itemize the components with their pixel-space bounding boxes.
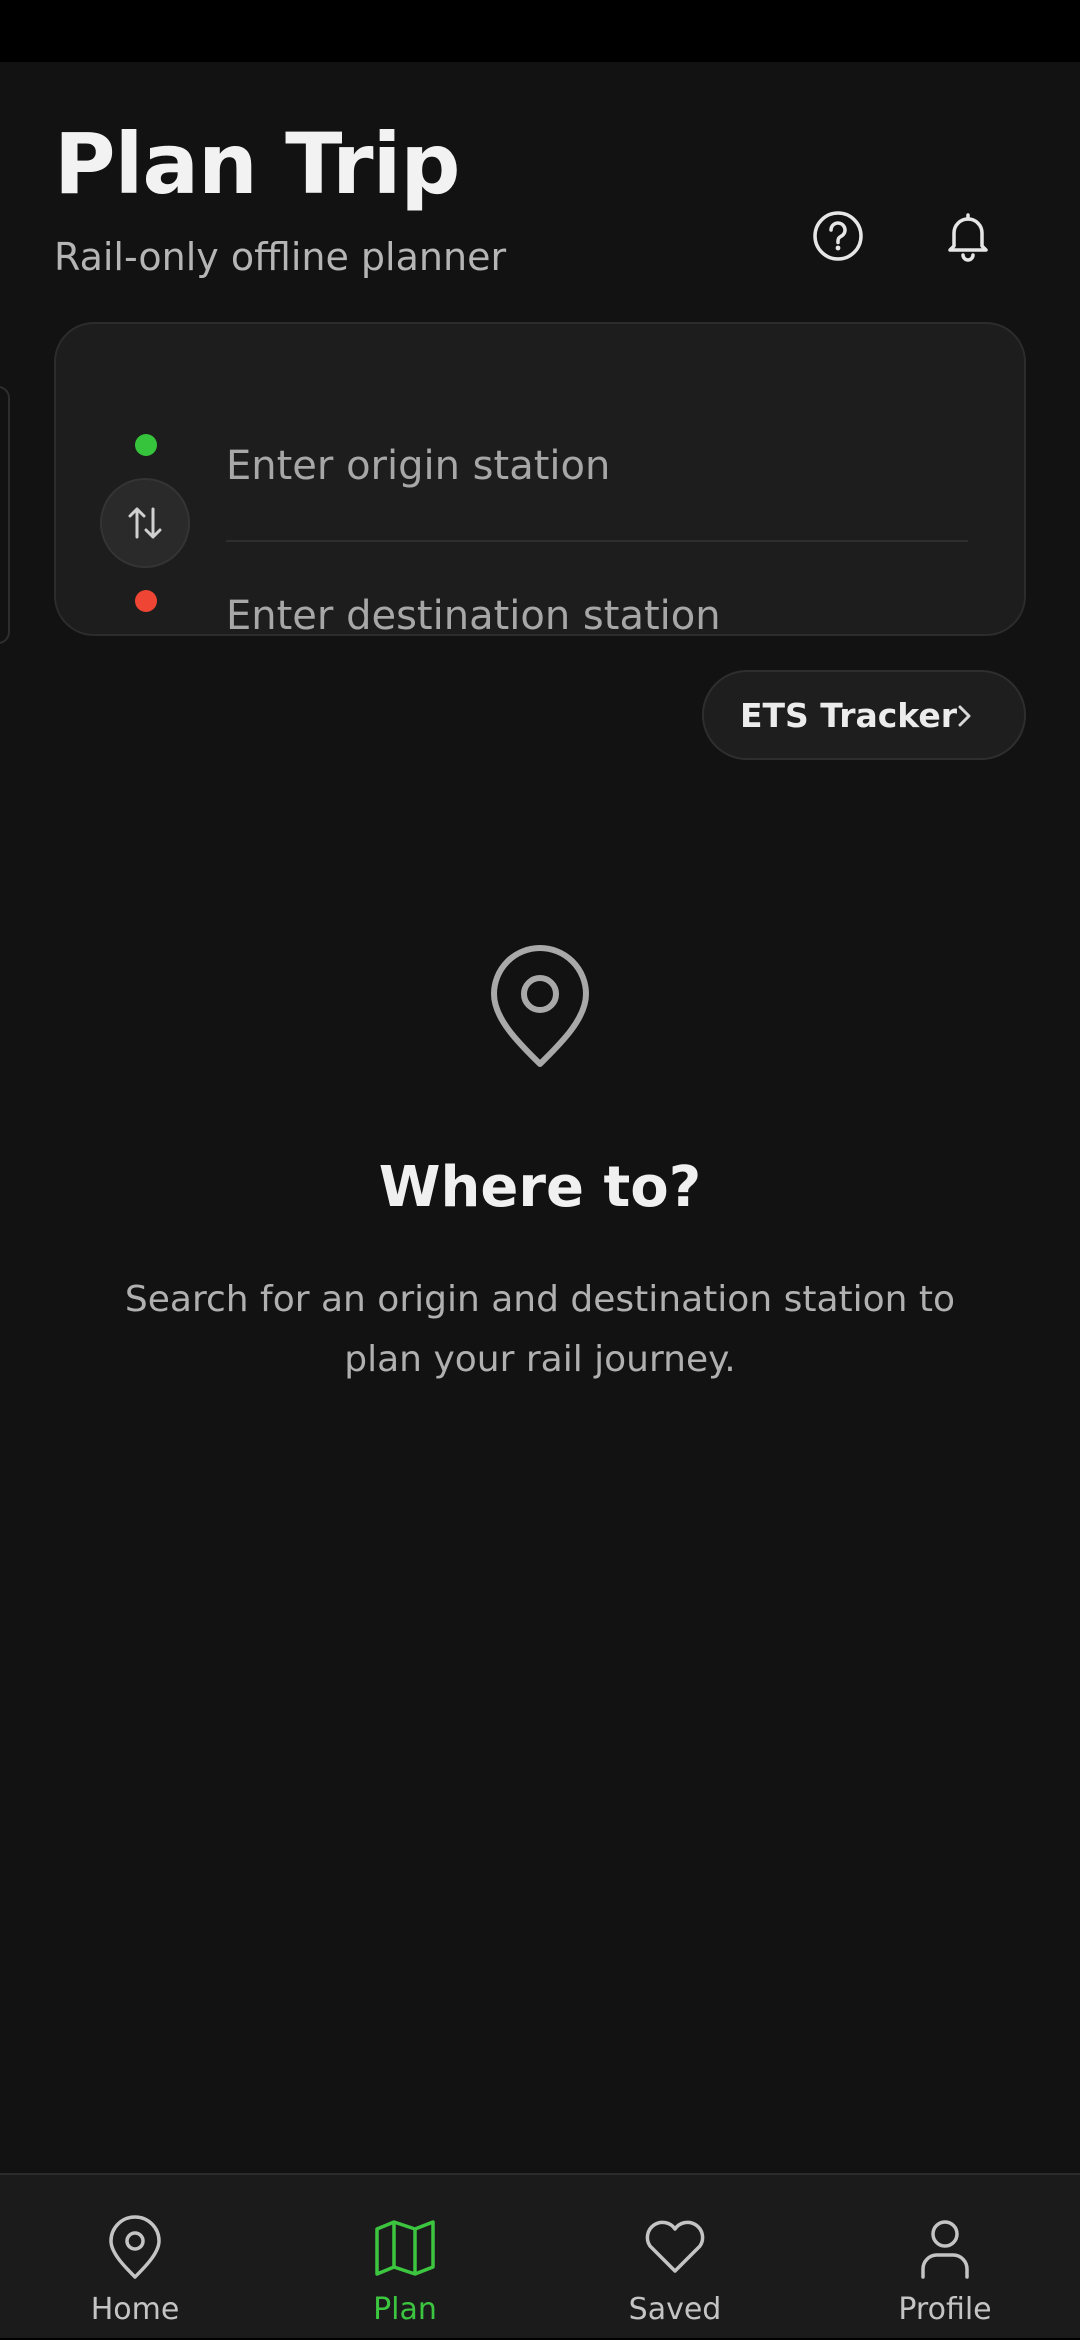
user-icon — [921, 2220, 969, 2279]
empty-state-description: Search for an origin and destination sta… — [124, 1279, 956, 1380]
map-pin-icon — [109, 2215, 161, 2279]
swap-stations-button[interactable] — [100, 478, 190, 568]
map-icon — [375, 2220, 435, 2276]
route-search-card: Enter origin station Enter destination s… — [54, 322, 1026, 636]
swap-vertical-icon — [128, 507, 162, 539]
plan-trip-screen: Plan Trip Rail-only offline planner Ente… — [0, 62, 1080, 2338]
side-panel-handle[interactable] — [0, 386, 10, 644]
nav-item-home[interactable]: Home — [0, 2175, 270, 2340]
fields-divider — [226, 540, 968, 542]
destination-dot — [135, 590, 157, 612]
origin-station-input[interactable]: Enter origin station — [226, 446, 966, 486]
page-title: Plan Trip — [54, 115, 461, 213]
chevron-right-icon — [958, 705, 971, 727]
map-pin-icon — [491, 945, 589, 1067]
nav-label-profile: Profile — [898, 2292, 992, 2327]
nav-item-saved[interactable]: Saved — [540, 2175, 810, 2340]
nav-label-saved: Saved — [628, 2292, 722, 2327]
bottom-navigation: Home Plan Saved Profile — [0, 2173, 1080, 2338]
nav-item-profile[interactable]: Profile — [810, 2175, 1080, 2340]
bell-icon — [948, 213, 988, 262]
notifications-button[interactable] — [928, 196, 1008, 276]
page-subtitle: Rail-only offline planner — [54, 235, 507, 279]
help-button[interactable] — [798, 196, 878, 276]
ets-tracker-button[interactable]: ETS Tracker — [702, 670, 1026, 760]
nav-label-plan: Plan — [373, 2292, 437, 2327]
ets-tracker-label: ETS Tracker — [740, 695, 958, 735]
destination-station-input[interactable]: Enter destination station — [226, 596, 966, 636]
heart-icon — [645, 2220, 705, 2273]
origin-dot — [135, 434, 157, 456]
empty-state-title: Where to? — [378, 1155, 702, 1220]
help-circle-icon — [813, 211, 863, 261]
screen: Plan Trip Rail-only offline planner Ente… — [0, 0, 1080, 2340]
nav-label-home: Home — [90, 2292, 180, 2327]
nav-item-plan[interactable]: Plan — [270, 2175, 540, 2340]
